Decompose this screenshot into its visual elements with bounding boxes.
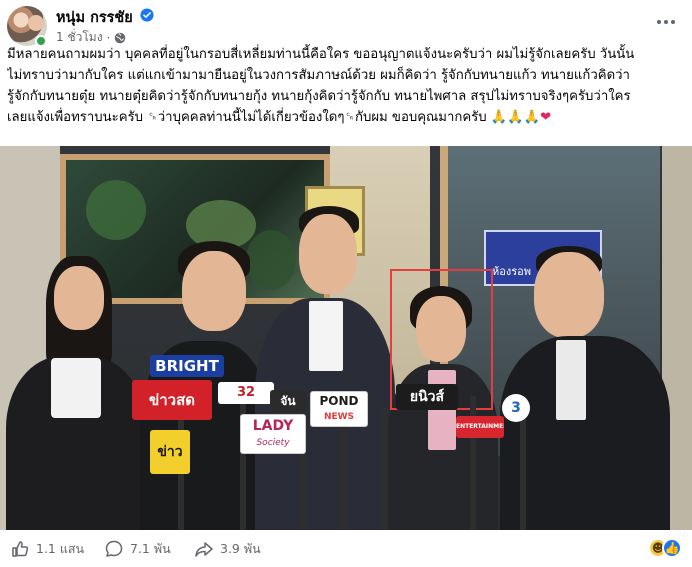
pray-emoji: 🙏 <box>507 110 524 125</box>
share-button[interactable]: 3.9 พัน <box>194 539 261 559</box>
globe-icon <box>115 32 126 43</box>
mic-label-entertainment: ENTERTAINMENT <box>456 416 504 438</box>
lady-sub-text: Society <box>256 438 290 448</box>
post-actions-bar: 1.1 แสน 7.1 พัน 3.9 พัน ☻ 👍 <box>0 530 692 567</box>
mic-label-chan: จัน <box>270 390 306 412</box>
person-3 <box>255 206 395 530</box>
pray-emoji: 🙏 <box>490 110 508 125</box>
mic-label-younews: ยนิวส์ <box>396 384 458 410</box>
reaction-summary[interactable]: ☻ 👍 <box>648 538 682 558</box>
caption-line: เลยแจ้งเพื่อทราบนะครับ ␍ว่าบุคคลท่านนี้ไ… <box>7 107 687 128</box>
thumbs-up-icon <box>12 541 29 557</box>
meta-separator: · <box>106 30 111 45</box>
caption-line: ไม่ทราบว่ามากับใคร แต่แกเข้ามามายืนอยู่ใ… <box>7 68 630 83</box>
mic-label-ch3: 3 <box>502 394 530 422</box>
pray-emoji: 🙏 <box>523 110 541 125</box>
mic-label-khao: ข่าว <box>150 430 190 474</box>
like-count: 1.1 แสน <box>36 541 85 556</box>
author-name[interactable]: หนุ่ม กรรชัย <box>56 6 133 29</box>
pond-sub-text: NEWS <box>323 412 355 422</box>
comment-button[interactable]: 7.1 พัน <box>104 539 171 559</box>
mic-label-lady: LADY Society <box>240 414 306 454</box>
mic-label-red: ข่าวสด <box>132 380 212 420</box>
mic-label-bright: BRIGHT <box>150 355 224 377</box>
pond-text: POND <box>319 394 359 408</box>
mic-label-tv32: 32 <box>218 382 274 404</box>
verified-badge-icon <box>140 8 154 22</box>
lady-text: LADY <box>252 418 294 434</box>
post-photo[interactable]: ห้องรอพ BRIGHT ข่าวสด ข่าว 32 LADY Socie… <box>0 146 692 530</box>
post-caption: มีหลายคนถามผมว่า บุคคลที่อยู่ในกรอบสี่เห… <box>7 44 687 128</box>
comment-icon <box>105 540 123 557</box>
caption-line: รู้จักกับทนายตุ๋ย ทนายตุ๋ยคิดว่ารู้จักกั… <box>7 89 631 104</box>
share-icon <box>195 542 213 557</box>
caption-line: มีหลายคนถามผมว่า บุคคลที่อยู่ในกรอบสี่เห… <box>7 47 635 62</box>
more-options-button[interactable] <box>654 10 678 34</box>
share-count: 3.9 พัน <box>220 541 261 556</box>
comment-count: 7.1 พัน <box>130 541 171 556</box>
like-button[interactable]: 1.1 แสน <box>10 539 84 559</box>
heart-emoji: ❤ <box>540 110 552 125</box>
like-reaction-icon: 👍 <box>662 538 682 558</box>
caption-line-text: เลยแจ้งเพื่อทราบนะครับ ␍ว่าบุคคลท่านนี้ไ… <box>7 110 487 125</box>
mic-label-pond: POND NEWS <box>310 391 368 427</box>
facebook-post: หนุ่ม กรรชัย 1 ชั่วโมง · มีหลายคนถามผมว่… <box>0 0 692 567</box>
person-1 <box>6 246 146 530</box>
post-header: หนุ่ม กรรชัย 1 ชั่วโมง · <box>0 0 692 48</box>
